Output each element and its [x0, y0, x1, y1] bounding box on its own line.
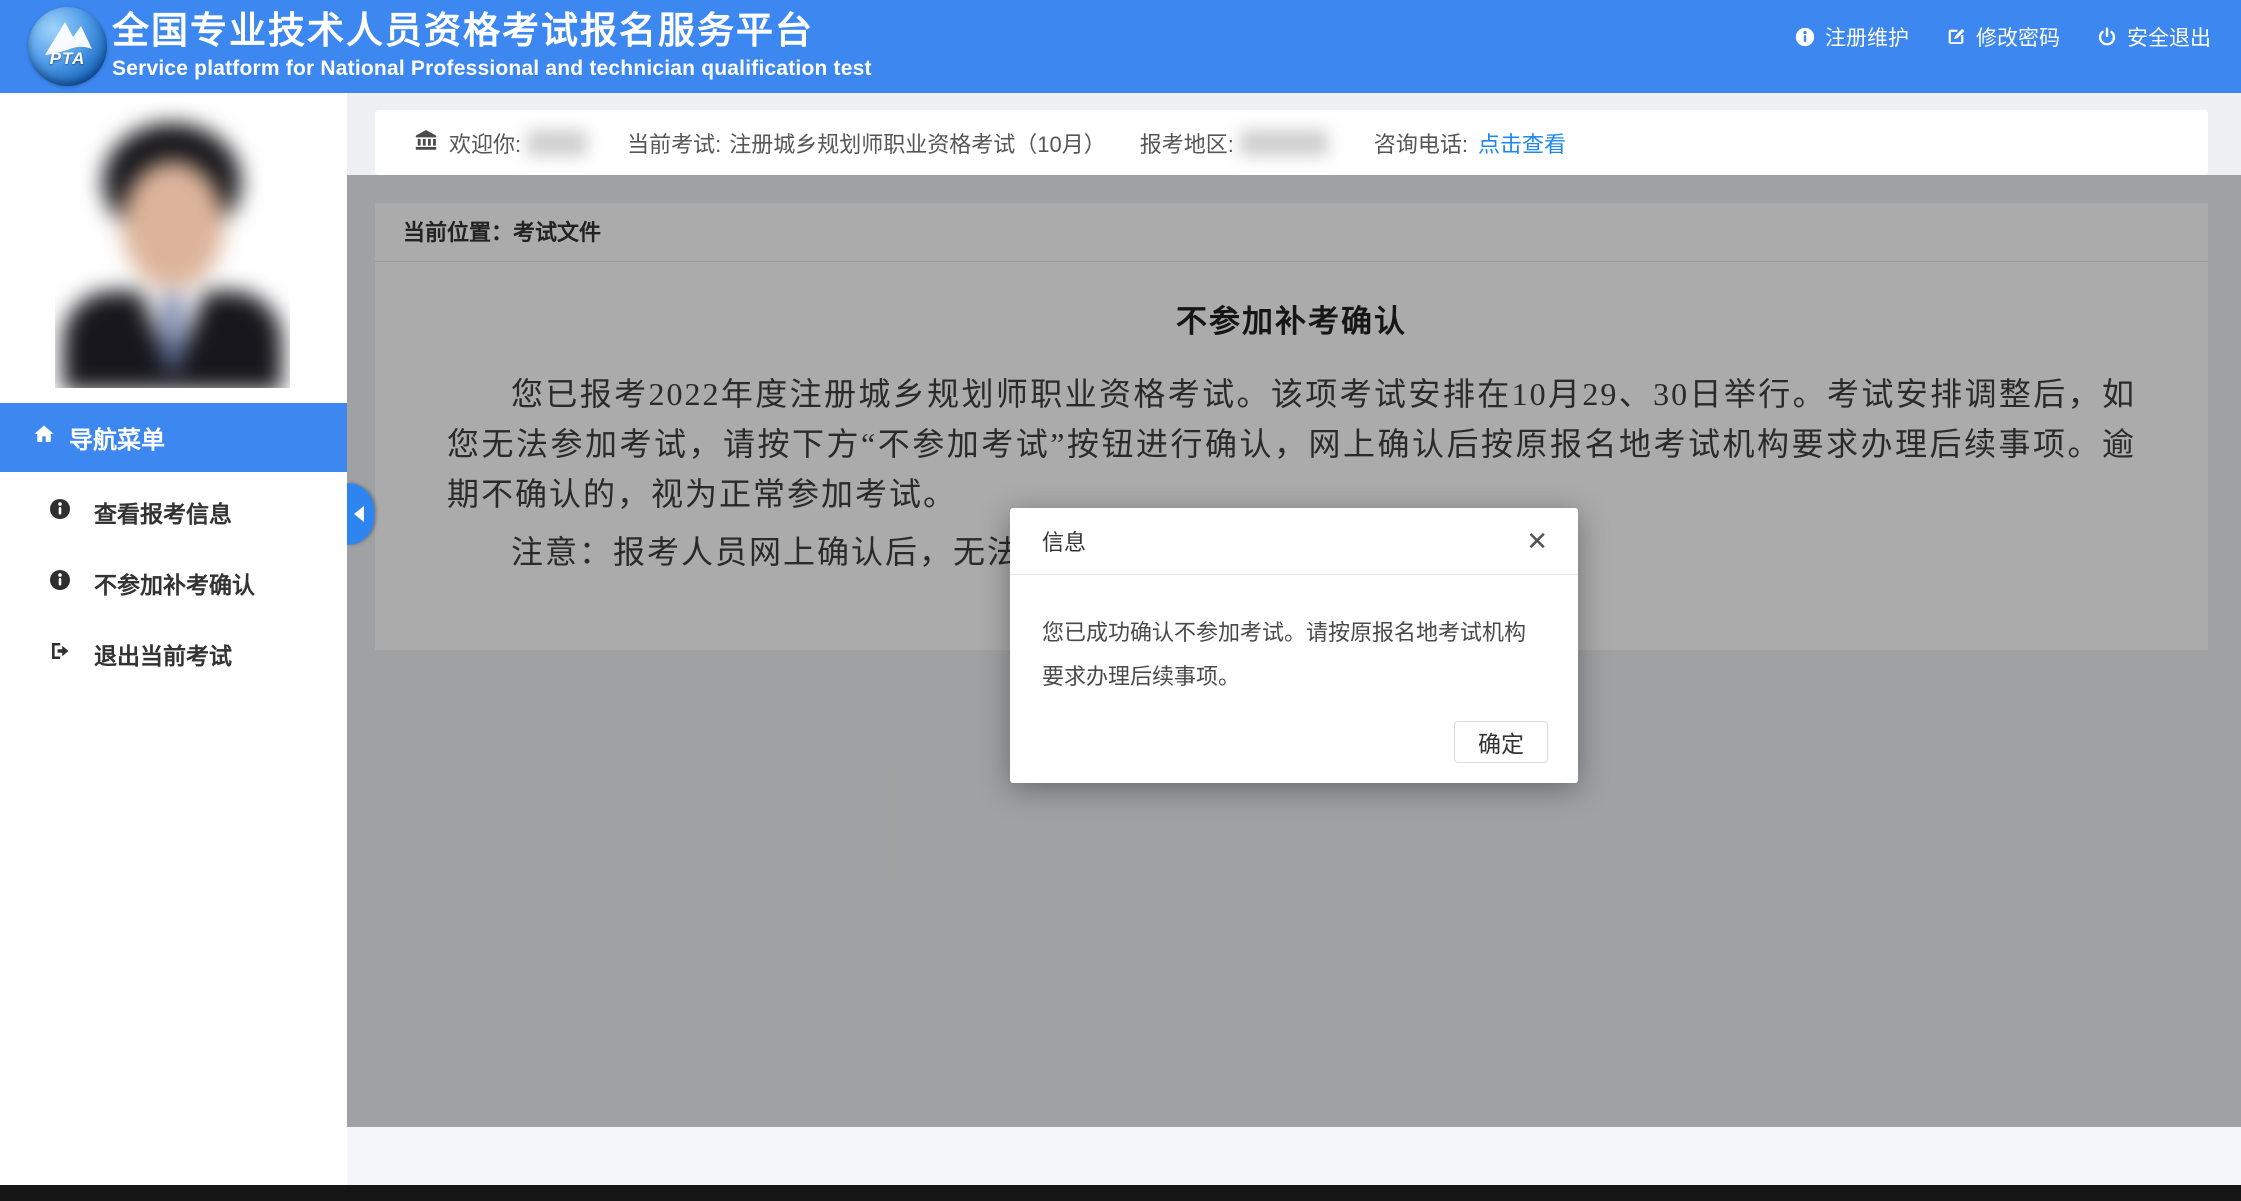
- sidebar-menu: 查看报考信息 不参加补考确认 退出当前考试: [0, 476, 347, 689]
- user-name-blurred: [527, 130, 587, 156]
- logo-peaks-icon: [28, 7, 107, 86]
- change-password-link[interactable]: 修改密码: [1945, 22, 2060, 52]
- header-link-label: 修改密码: [1976, 22, 2060, 52]
- header-links: 注册维护 修改密码 安全退出: [1794, 0, 2211, 73]
- region-label: 报考地区:: [1140, 127, 1234, 159]
- info-circle-icon: [48, 568, 72, 598]
- header-link-label: 安全退出: [2127, 22, 2211, 52]
- current-exam-value: 注册城乡规划师职业资格考试（10月）: [729, 127, 1105, 159]
- current-exam-label: 当前考试:: [627, 127, 721, 159]
- power-icon: [2096, 26, 2118, 48]
- info-modal: 信息 ✕ 您已成功确认不参加考试。请按原报名地考试机构要求办理后续事项。 确定: [1010, 508, 1578, 783]
- app-header: PTA 全国专业技术人员资格考试报名服务平台 Service platform …: [0, 0, 2241, 93]
- sidebar-item-label: 查看报考信息: [94, 495, 232, 529]
- app-title: 全国专业技术人员资格考试报名服务平台: [112, 7, 872, 55]
- modal-message: 您已成功确认不参加考试。请按原报名地考试机构要求办理后续事项。: [1010, 575, 1578, 699]
- sidebar-item-no-makeup-exam-confirm[interactable]: 不参加补考确认: [0, 547, 347, 618]
- user-photo-blurred: [55, 103, 290, 388]
- header-link-label: 注册维护: [1825, 22, 1909, 52]
- info-circle-icon: [1794, 26, 1816, 48]
- app-subtitle: Service platform for National Profession…: [112, 57, 872, 81]
- edit-icon: [1945, 26, 1967, 48]
- sidebar-nav-header-label: 导航菜单: [69, 420, 165, 455]
- ok-button[interactable]: 确定: [1454, 721, 1548, 763]
- welcome-bar: 欢迎你: 当前考试: 注册城乡规划师职业资格考试（10月） 报考地区: 咨询电话…: [375, 110, 2208, 175]
- footer-area: [347, 1127, 2241, 1185]
- bank-icon: [413, 127, 449, 159]
- sign-out-icon: [48, 639, 72, 669]
- phone-view-link[interactable]: 点击查看: [1478, 127, 1566, 159]
- modal-header: 信息 ✕: [1010, 508, 1578, 575]
- title-block: 全国专业技术人员资格考试报名服务平台 Service platform for …: [112, 7, 872, 81]
- region-value-blurred: [1240, 130, 1328, 156]
- sidebar-item-label: 不参加补考确认: [94, 566, 255, 600]
- sidebar-item-label: 退出当前考试: [94, 637, 232, 671]
- sidebar: 导航菜单 查看报考信息 不参加补考确认 退出当前考试: [0, 93, 347, 1185]
- logo-text: PTA: [28, 49, 107, 69]
- sidebar-item-view-registration-info[interactable]: 查看报考信息: [0, 476, 347, 547]
- info-circle-icon: [48, 497, 72, 527]
- welcome-label: 欢迎你:: [449, 127, 521, 159]
- chevron-left-icon: [354, 506, 364, 522]
- pta-logo: PTA: [28, 7, 107, 86]
- safe-logout-link[interactable]: 安全退出: [2096, 22, 2211, 52]
- sidebar-item-exit-current-exam[interactable]: 退出当前考试: [0, 618, 347, 689]
- close-icon[interactable]: ✕: [1522, 524, 1552, 558]
- user-photo-blur-shapes: [55, 103, 290, 388]
- page-root: PTA 全国专业技术人员资格考试报名服务平台 Service platform …: [0, 0, 2241, 1201]
- sidebar-nav-header: 导航菜单: [0, 403, 347, 472]
- register-maintain-link[interactable]: 注册维护: [1794, 22, 1909, 52]
- phone-label: 咨询电话:: [1374, 127, 1468, 159]
- modal-title: 信息: [1042, 525, 1086, 557]
- home-icon: [32, 422, 56, 453]
- bottom-black-bar: [0, 1185, 2241, 1201]
